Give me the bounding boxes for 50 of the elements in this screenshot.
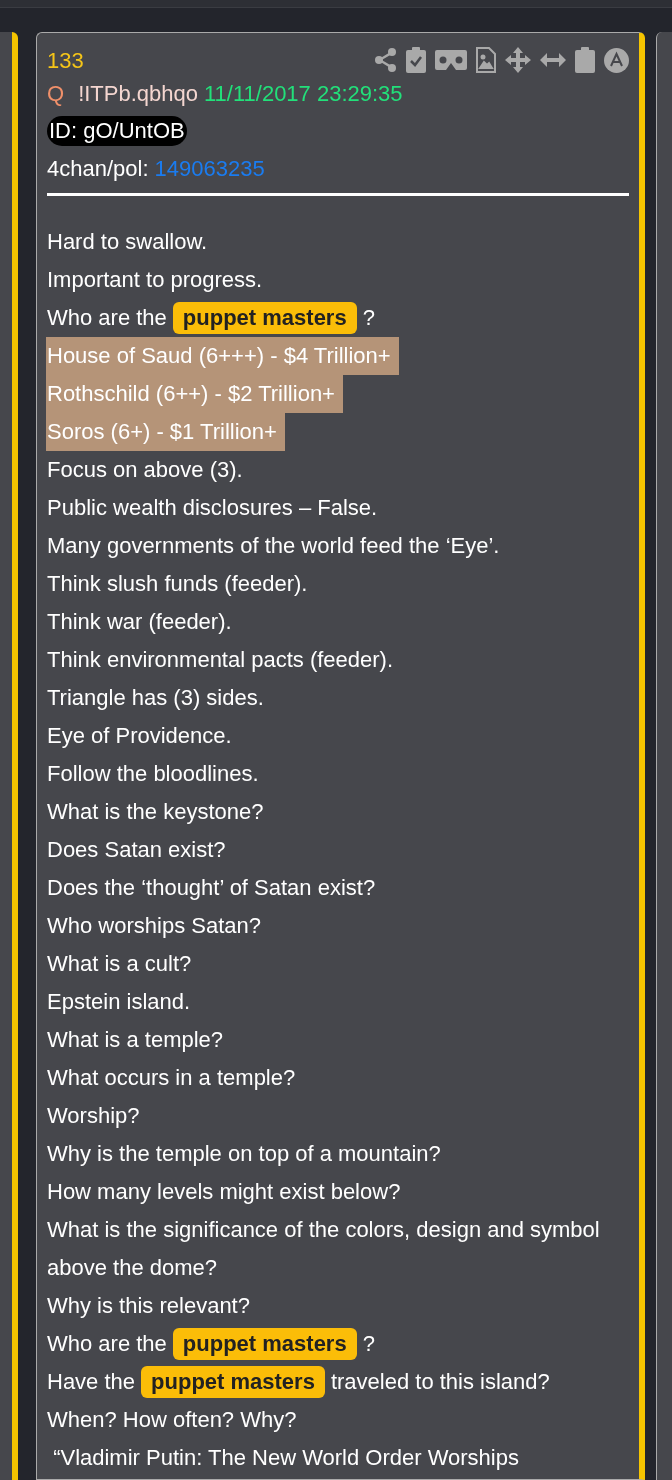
text-line: What is the keystone? [47, 799, 264, 824]
text-line: “Vladimir Putin: The New World Order Worships [52, 1445, 519, 1470]
text-line: Many governments of the world feed the ‘Eye’. [47, 533, 500, 558]
timestamp: 11/11/2017 23:29:35 [204, 80, 403, 108]
text-line: Who are the [47, 1330, 167, 1358]
text-line: Follow the bloodlines. [47, 761, 259, 786]
text-line: Have the [47, 1368, 136, 1396]
text-line: What is a cult? [47, 951, 192, 976]
post-link[interactable]: 149063235 [154, 151, 265, 185]
text-line: What occurs in a temple? [47, 1065, 296, 1090]
text-line: When? How often? Why? [47, 1407, 297, 1432]
post-number: 133 [47, 46, 84, 75]
text-line: Think slush funds (feeder). [47, 571, 308, 596]
text-line: Public wealth disclosures – False. [47, 495, 378, 520]
text-line: ? [362, 304, 375, 332]
text-line: Why is the temple on top of a mountain? [47, 1141, 441, 1166]
text-line: Does Satan exist? [47, 837, 226, 862]
text-line: Who worships Satan? [47, 913, 261, 938]
clipboard-check-icon[interactable] [406, 47, 426, 73]
text-line: Does the ‘thought’ of Satan exist? [47, 875, 376, 900]
text-line: Think environmental pacts (feeder). [47, 647, 394, 672]
share-icon[interactable] [375, 48, 397, 72]
text-line: Epstein island. [47, 989, 191, 1014]
highlight-tag: puppet masters [172, 302, 357, 334]
text-line: What is the significance of the colors, design and symbol above the dome? [47, 1217, 601, 1280]
text-line: Triangle has (3) sides. [47, 685, 264, 710]
text-line: Important to progress. [47, 267, 263, 292]
horizontal-arrows-icon[interactable] [540, 53, 566, 67]
highlight-tag: puppet masters [141, 1366, 325, 1398]
clipboard-icon[interactable] [575, 47, 595, 73]
image-file-icon[interactable] [476, 47, 496, 73]
author-name: Q [47, 80, 65, 108]
vr-goggles-icon[interactable] [435, 50, 467, 70]
move-icon[interactable] [505, 47, 531, 73]
text-line: Why is this relevant? [47, 1293, 250, 1318]
text-line: Eye of Providence. [47, 723, 232, 748]
text-line: traveled to this island? [330, 1368, 550, 1396]
poster-id: ID: gO/UntOB [47, 115, 187, 146]
text-line: Worship? [47, 1103, 140, 1128]
text-line: Focus on above (3). [47, 457, 243, 482]
letter-circle-icon[interactable] [604, 47, 629, 73]
text-line: ? [362, 1330, 375, 1358]
source-label: 4chan/pol: [47, 154, 149, 183]
text-line: Who are the [47, 304, 167, 332]
text-line: How many levels might exist below? [47, 1179, 401, 1204]
tripcode: !ITPb.qbhqo [78, 80, 198, 108]
text-line: Hard to swallow. [47, 229, 208, 254]
highlight-tag: puppet masters [172, 1328, 357, 1360]
text-line: What is a temple? [47, 1027, 224, 1052]
text-line: Think war (feeder). [47, 609, 232, 634]
